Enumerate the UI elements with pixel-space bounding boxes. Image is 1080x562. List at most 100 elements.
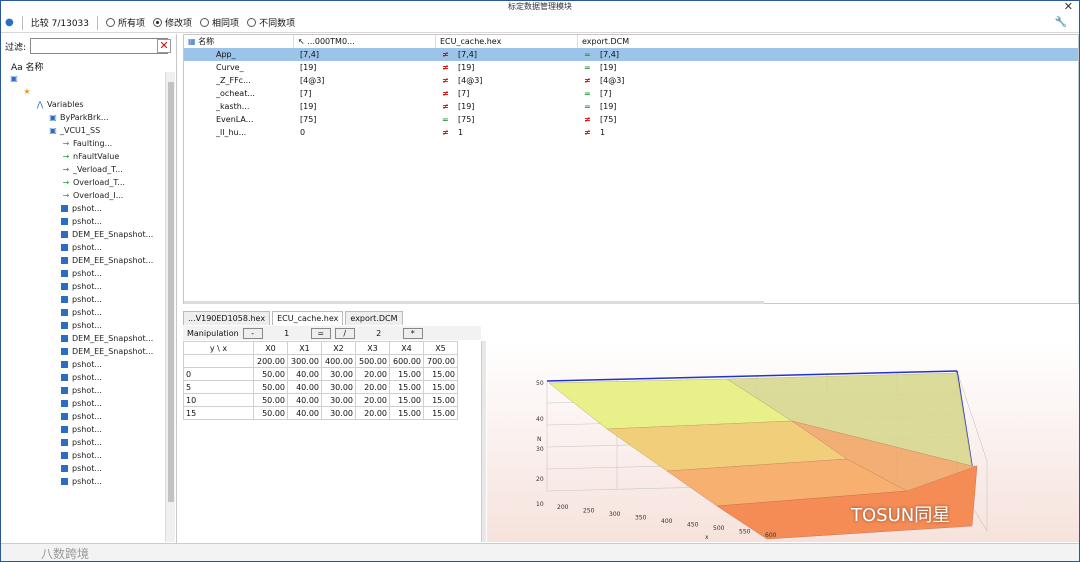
radio-same[interactable]: 相同项 [200, 16, 239, 29]
tree-node[interactable]: ▣ _VCU1_SS [48, 124, 100, 137]
table-cell[interactable]: 15.00 [389, 380, 424, 394]
radio-all[interactable]: 所有项 [106, 16, 145, 29]
surface-3d-chart[interactable]: 50 40 30 20 10 N 200 250 300 350 400 450 500 55… [487, 341, 1079, 542]
table-cell[interactable]: 40.00 [287, 380, 322, 394]
filter-input[interactable] [30, 38, 169, 54]
tree-node[interactable]: ▣ [9, 72, 21, 85]
tree-node[interactable]: pshot... [61, 358, 102, 371]
table-cell[interactable]: 20.00 [355, 406, 390, 420]
table-x-value[interactable]: 500.00 [355, 354, 390, 368]
tree-node[interactable]: → Overload_I... [61, 189, 124, 202]
col-header-file1[interactable]: ↖ ...000TM0... [294, 35, 436, 48]
table-cell[interactable]: 15.00 [423, 393, 458, 407]
tree-node[interactable]: pshot... [61, 423, 102, 436]
tree-node[interactable]: pshot... [61, 319, 102, 332]
table-cell[interactable]: 30.00 [321, 393, 356, 407]
table-cell[interactable]: 15.00 [423, 406, 458, 420]
table-cell[interactable]: 20.00 [355, 393, 390, 407]
tree-node[interactable]: → Faulting... [61, 137, 113, 150]
tree-node[interactable]: DEM_EE_Snapshot... [61, 332, 153, 345]
tree-node[interactable]: pshot... [61, 462, 102, 475]
table-cell[interactable]: 50.00 [253, 393, 288, 407]
splitter[interactable] [481, 341, 486, 542]
tree-node[interactable]: DEM_EE_Snapshot... [61, 228, 153, 241]
table-cell[interactable]: 15.00 [423, 367, 458, 381]
table-cell[interactable]: 15.00 [423, 380, 458, 394]
equals-button[interactable]: = [310, 327, 331, 339]
table-x-value[interactable]: 600.00 [389, 354, 424, 368]
compare-row[interactable]: _ll_hu... 0 ≠ 1 ≠ 1 [184, 126, 1078, 139]
table-cell[interactable]: 20.00 [355, 380, 390, 394]
tree-node[interactable]: ▣ ByParkBrk... [48, 111, 108, 124]
tree-node[interactable]: pshot... [61, 306, 102, 319]
manip-value-1[interactable]: 1 [267, 329, 307, 338]
tree-node[interactable]: DEM_EE_Snapshot... [61, 254, 153, 267]
tab-file1[interactable]: ...V190ED1058.hex [183, 311, 271, 325]
manip-value-2[interactable]: 2 [359, 329, 399, 338]
tree-node[interactable]: pshot... [61, 267, 102, 280]
table-x-value[interactable]: 300.00 [287, 354, 322, 368]
tree-node[interactable]: pshot... [61, 215, 102, 228]
tab-export-dcm[interactable]: export.DCM [345, 311, 403, 325]
table-cell[interactable]: 20.00 [355, 367, 390, 381]
variable-tree[interactable]: ▣ ★ ⋀ Variables ▣ ByParkBrk... ▣ _VCU1_SS → Fault… [1, 72, 165, 542]
tab-ecu-cache[interactable]: ECU_cache.hex [272, 311, 344, 325]
tree-node[interactable]: DEM_EE_Snapshot... [61, 345, 153, 358]
table-cell[interactable]: 50.00 [253, 367, 288, 381]
tree-node[interactable]: ⋀ Variables [35, 98, 84, 111]
tree-node[interactable]: pshot... [61, 436, 102, 449]
multiply-button[interactable]: * [402, 327, 423, 339]
table-cell[interactable]: 30.00 [321, 406, 356, 420]
clear-filter-icon[interactable]: ✕ [157, 39, 171, 53]
col-header-name[interactable]: ▦ 名称 [184, 35, 294, 48]
table-cell[interactable]: 50.00 [253, 406, 288, 420]
divide-button[interactable]: / [334, 327, 355, 339]
compare-row[interactable]: App_ [7,4] ≠ [7,4] = [7,4] [184, 48, 1078, 61]
table-cell[interactable]: 15.00 [389, 367, 424, 381]
table-x-value[interactable]: 400.00 [321, 354, 356, 368]
table-x-value[interactable]: 700.00 [423, 354, 458, 368]
col-header-file2[interactable]: ECU_cache.hex [436, 35, 578, 48]
close-icon[interactable]: ✕ [1064, 1, 1073, 13]
tree-node[interactable]: → _Verload_T... [61, 163, 123, 176]
table-x-value[interactable]: 200.00 [253, 354, 288, 368]
tree-node[interactable]: pshot... [61, 384, 102, 397]
tree-node[interactable]: pshot... [61, 241, 102, 254]
tree-node[interactable]: pshot... [61, 293, 102, 306]
table-cell[interactable]: 50.00 [253, 380, 288, 394]
table-cell[interactable]: 15.00 [389, 406, 424, 420]
tree-node[interactable]: pshot... [61, 397, 102, 410]
tree-node[interactable]: ★ [22, 85, 34, 98]
tree-node[interactable]: pshot... [61, 202, 102, 215]
wrench-icon[interactable]: 🔧 [1055, 17, 1067, 28]
compare-row[interactable]: _kasth... [19] ≠ [19] = [19] [184, 100, 1078, 113]
table-cell[interactable]: 15.00 [389, 393, 424, 407]
radio-different[interactable]: 不同数项 [247, 16, 295, 29]
tree-node[interactable]: pshot... [61, 449, 102, 462]
tree-node[interactable]: pshot... [61, 280, 102, 293]
compare-row[interactable]: EvenLA... [75] = [75] ≠ [75] [184, 113, 1078, 126]
tree-scrollbar[interactable] [165, 72, 175, 542]
tree-node[interactable]: → nFaultValue [61, 150, 120, 163]
tree-node[interactable]: → Overload_T... [61, 176, 125, 189]
col-header-file3[interactable]: export.DCM [578, 35, 1078, 48]
value-table[interactable]: y \ x X0 X1 X2 X3 X4 X5 200.00 300.00 400.00 500.0… [183, 341, 458, 420]
table-cell[interactable]: 30.00 [321, 380, 356, 394]
minus-button[interactable]: - [242, 327, 263, 339]
tree-node[interactable]: pshot... [61, 371, 102, 384]
table-y-value[interactable]: 5 [183, 380, 254, 394]
compare-row[interactable]: Curve_ [19] ≠ [19] = [19] [184, 61, 1078, 74]
table-y-value[interactable]: 10 [183, 393, 254, 407]
table-cell[interactable]: 30.00 [321, 367, 356, 381]
radio-modified[interactable]: 修改项 [153, 16, 192, 29]
compare-row[interactable]: _Z_FFc... [4@3] ≠ [4@3] ≠ [4@3] [184, 74, 1078, 87]
horizontal-scrollbar[interactable] [184, 301, 764, 304]
tree-node[interactable]: pshot... [61, 475, 102, 488]
table-y-value[interactable]: 0 [183, 367, 254, 381]
table-cell[interactable]: 40.00 [287, 367, 322, 381]
compare-row[interactable]: _ocheat... [7] ≠ [7] = [7] [184, 87, 1078, 100]
table-y-value[interactable]: 15 [183, 406, 254, 420]
table-cell[interactable]: 40.00 [287, 393, 322, 407]
table-cell[interactable]: 40.00 [287, 406, 322, 420]
scroll-thumb[interactable] [168, 82, 174, 502]
